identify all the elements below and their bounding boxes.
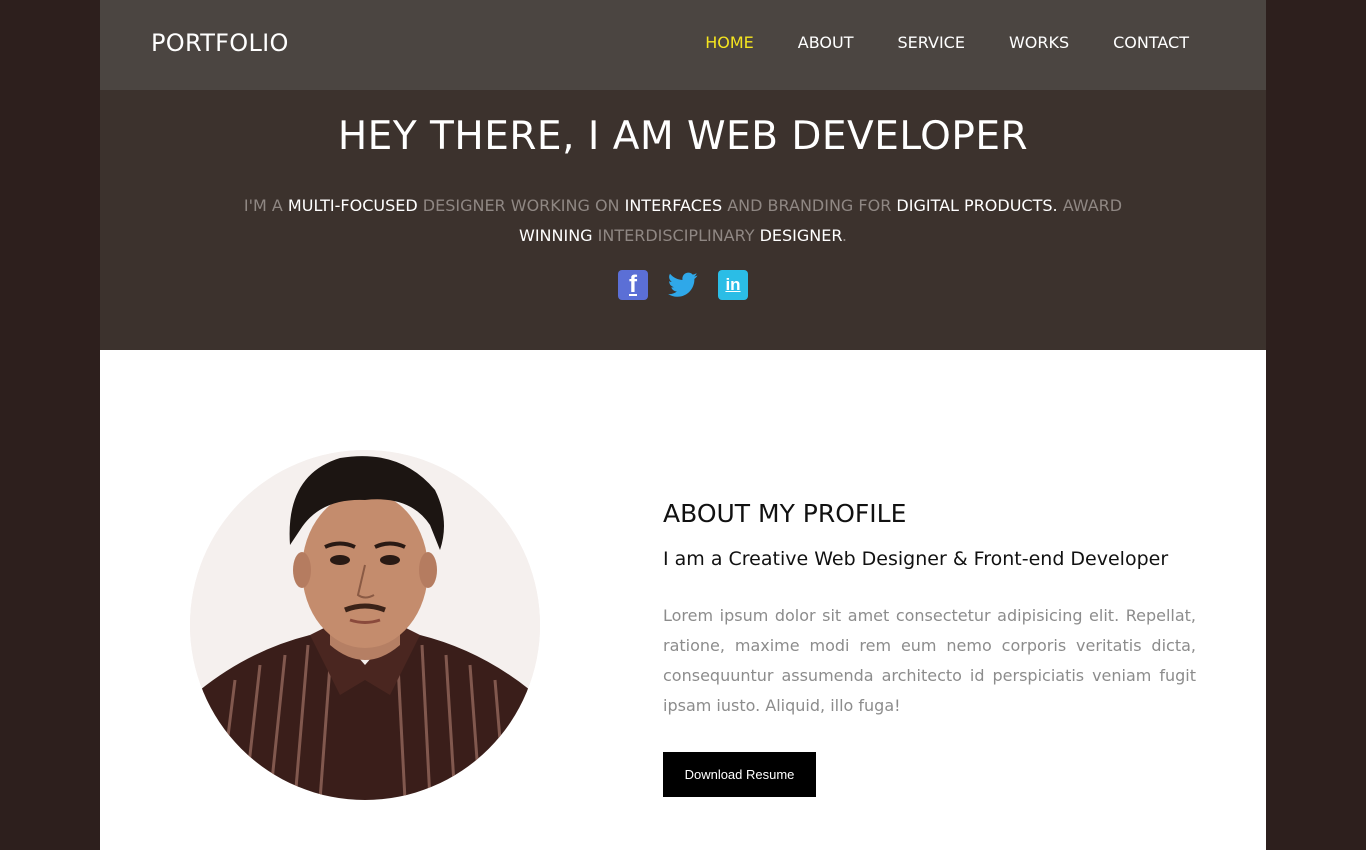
twitter-icon[interactable] bbox=[668, 270, 698, 300]
nav-item-home[interactable]: HOME bbox=[705, 33, 754, 53]
nav-item-service[interactable]: SERVICE bbox=[897, 33, 964, 53]
nav-item-about[interactable]: ABOUT bbox=[798, 33, 854, 53]
nav-item-works[interactable]: WORKS bbox=[1009, 33, 1069, 53]
facebook-icon[interactable]: f bbox=[618, 270, 648, 300]
social-links: f in bbox=[100, 270, 1266, 300]
main-nav: HOME ABOUT SERVICE WORKS CONTACT bbox=[661, 33, 1189, 53]
linkedin-glyph: in bbox=[725, 275, 741, 294]
hero-subtitle-highlight: INTERFACES bbox=[624, 196, 723, 215]
about-text: Lorem ipsum dolor sit amet consectetur a… bbox=[663, 606, 1196, 715]
hero-subtitle-text: . bbox=[841, 226, 847, 245]
linkedin-icon[interactable]: in bbox=[718, 270, 748, 300]
about-subtitle: I am a Creative Web Designer & Front-end… bbox=[663, 548, 1169, 570]
nav-item-contact[interactable]: CONTACT bbox=[1113, 33, 1189, 53]
page: PORTFOLIO HOME ABOUT SERVICE WORKS CONTA… bbox=[100, 0, 1266, 850]
about-title: ABOUT MY PROFILE bbox=[663, 499, 907, 528]
brand-logo[interactable]: PORTFOLIO bbox=[151, 29, 289, 57]
hero-title: HEY THERE, I AM WEB DEVELOPER bbox=[337, 114, 1029, 159]
profile-photo-illustration bbox=[190, 450, 540, 800]
hero-subtitle-highlight: WINNING bbox=[519, 226, 593, 245]
hero-section: HEY THERE, I AM WEB DEVELOPER I'M A MULT… bbox=[100, 90, 1266, 350]
navbar: PORTFOLIO HOME ABOUT SERVICE WORKS CONTA… bbox=[100, 0, 1266, 90]
hero-subtitle-highlight: DESIGNER bbox=[759, 226, 842, 245]
hero-subtitle-text: INTERDISCIPLINARY bbox=[592, 226, 760, 245]
hero-subtitle-text: I'M A bbox=[243, 196, 288, 215]
hero-subtitle-text: AWARD bbox=[1057, 196, 1123, 215]
profile-photo bbox=[190, 450, 540, 800]
twitter-bird bbox=[668, 272, 698, 297]
hero-subtitle-text: AND BRANDING FOR bbox=[722, 196, 897, 215]
hero-subtitle-text: DESIGNER WORKING ON bbox=[417, 196, 625, 215]
hero-subtitle: I'M A MULTI-FOCUSED DESIGNER WORKING ON … bbox=[225, 191, 1141, 251]
hero-subtitle-highlight: DIGITAL PRODUCTS. bbox=[896, 196, 1058, 215]
hero-subtitle-highlight: MULTI-FOCUSED bbox=[287, 196, 418, 215]
facebook-glyph: f bbox=[629, 271, 637, 298]
download-resume-button[interactable]: Download Resume bbox=[663, 752, 816, 797]
